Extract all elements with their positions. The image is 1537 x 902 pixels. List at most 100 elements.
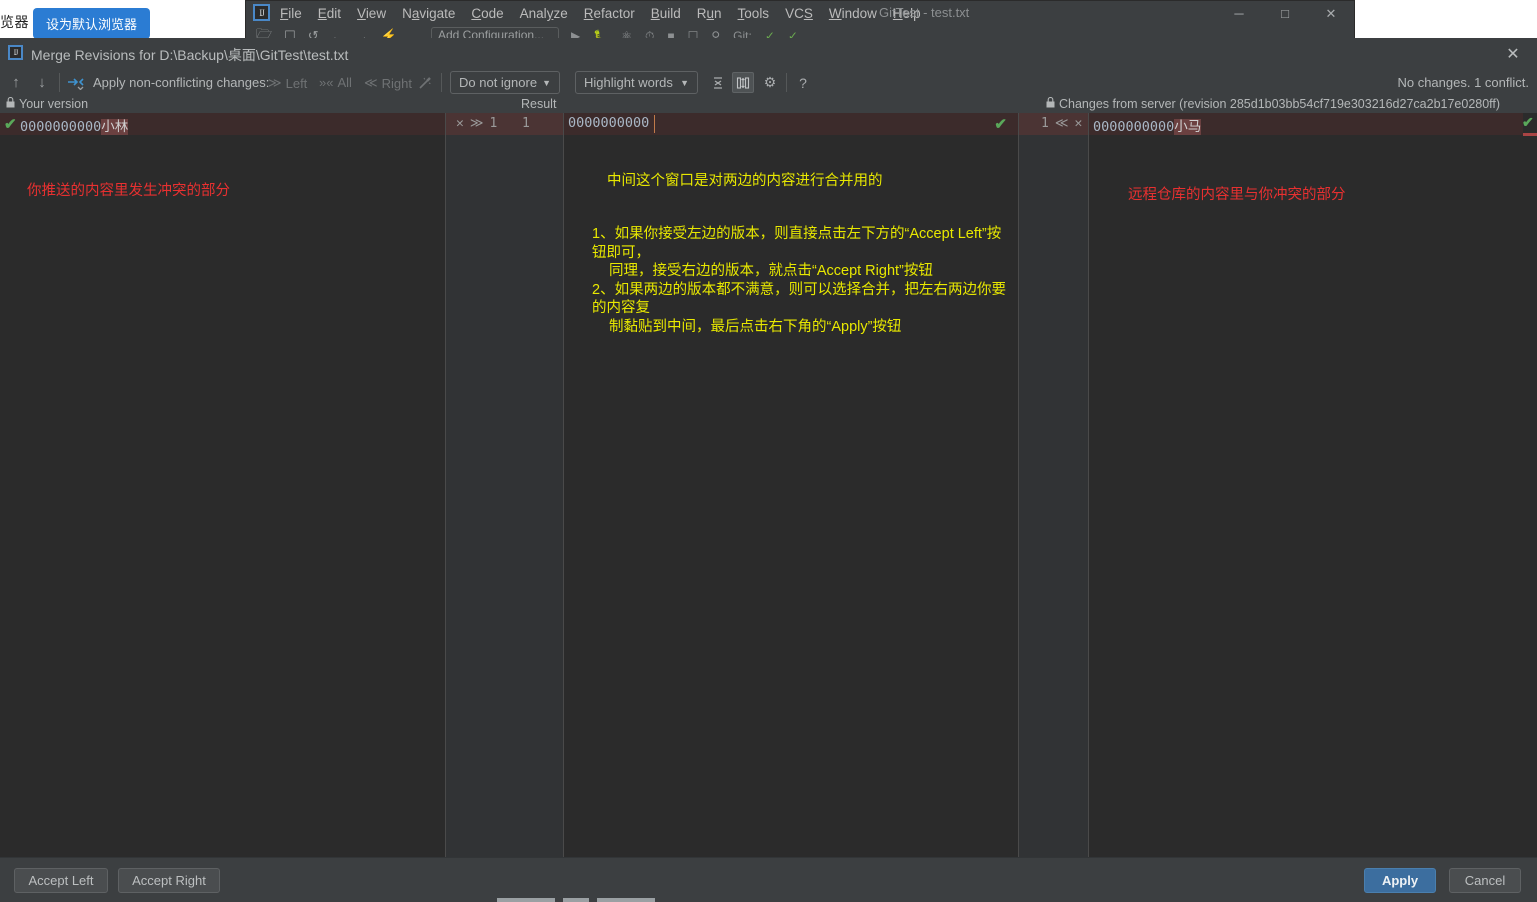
result-annotation-item2-line1: 2、如果两边的版本都不满意，则可以选择合并，把左右两边你要的内容复: [592, 281, 1007, 317]
apply-button[interactable]: Apply: [1364, 868, 1436, 893]
next-difference-icon[interactable]: ↓: [31, 72, 53, 93]
taskbar-item-3[interactable]: [597, 898, 655, 902]
right-version-pane[interactable]: 0000000000小马 远程仓库的内容里与你冲突的部分 ✔: [1089, 113, 1537, 858]
text-cursor: [654, 115, 655, 133]
highlight-policy-value: Highlight words: [584, 75, 673, 90]
menu-file[interactable]: File: [280, 6, 302, 21]
menu-view[interactable]: View: [357, 6, 386, 21]
menu-refactor[interactable]: Refactor: [584, 6, 635, 21]
highlight-policy-combo[interactable]: Highlight words ▼: [575, 71, 698, 94]
dialog-title: Merge Revisions for D:\Backup\桌面\GitTest…: [31, 47, 349, 63]
menu-run[interactable]: Run: [697, 6, 722, 21]
left-gutter-actions[interactable]: ✕ ≫ 1: [456, 116, 497, 131]
collapse-unchanged-icon[interactable]: [707, 72, 729, 93]
menu-navigate[interactable]: Navigate: [402, 6, 455, 21]
menu-build[interactable]: Build: [651, 6, 681, 21]
merge-editors-area: ✔ 0000000000小林 你推送的内容里发生冲突的部分 ✕ ≫ 1 1 00: [0, 113, 1537, 858]
left-pane-header-label: Your version: [19, 97, 89, 111]
left-version-pane[interactable]: ✔ 0000000000小林 你推送的内容里发生冲突的部分: [0, 113, 446, 858]
left-code-highlight: 小林: [101, 119, 129, 135]
right-gutter-actions[interactable]: 1 ≪ ✕: [1041, 116, 1082, 131]
dialog-close-icon[interactable]: ✕: [1497, 42, 1529, 66]
accept-left-chevron-icon[interactable]: ≫: [470, 116, 484, 131]
wand-icon: [419, 76, 431, 89]
close-icon[interactable]: ✕: [1308, 1, 1354, 26]
left-line-number: 1: [489, 116, 498, 131]
intellij-titlebar: IJ File Edit View Navigate Code Analyze …: [246, 1, 1354, 26]
ignore-policy-value: Do not ignore: [459, 75, 538, 90]
settings-gear-icon[interactable]: ⚙: [759, 72, 781, 93]
left-gutter[interactable]: ✕ ≫ 1 1: [446, 113, 564, 858]
double-chevrons-icon: »«: [319, 75, 334, 90]
menu-tools[interactable]: Tools: [738, 6, 770, 21]
minimize-icon[interactable]: ─: [1216, 1, 1262, 26]
browser-fragment-label: 览器: [0, 14, 29, 30]
pane-headers: Your version Result Changes from server …: [0, 96, 1537, 113]
menu-code[interactable]: Code: [471, 6, 503, 21]
result-annotation-list: 1、如果你接受左边的版本，则直接点击左下方的“Accept Left”按钮即可，…: [592, 225, 1012, 336]
right-overview-scrollbar[interactable]: ✔: [1522, 113, 1537, 858]
merge-revisions-dialog: IJ Merge Revisions for D:\Backup\桌面\GitT…: [0, 38, 1537, 902]
result-pane-header: Result: [521, 97, 556, 111]
chevron-down-icon: ▼: [542, 77, 551, 88]
cancel-button[interactable]: Cancel: [1449, 868, 1521, 893]
apply-all-action[interactable]: »« All: [319, 75, 352, 90]
left-annotation-text: 你推送的内容里发生冲突的部分: [27, 183, 230, 199]
menu-window[interactable]: Window: [829, 6, 877, 21]
toggle-columns-icon[interactable]: [732, 72, 754, 93]
overview-accept-check-icon[interactable]: ✔: [1522, 114, 1534, 131]
menu-edit[interactable]: Edit: [318, 6, 341, 21]
ignore-policy-combo[interactable]: Do not ignore ▼: [450, 71, 560, 94]
apply-all-non-conflicting-icon[interactable]: [64, 72, 86, 93]
right-gutter[interactable]: 1 ≪ ✕: [1019, 113, 1089, 858]
intellij-logo-icon: IJ: [253, 4, 270, 21]
revert-conflict-icon[interactable]: ✕: [456, 116, 464, 131]
apply-left-action[interactable]: ≫ Left: [268, 75, 307, 91]
left-pane-header: Your version: [6, 96, 89, 111]
merge-arrows-icon: [67, 78, 84, 90]
set-default-browser-button[interactable]: 设为默认浏览器: [33, 8, 150, 39]
dialog-button-bar: Accept Left Accept Right Apply Cancel: [0, 857, 1537, 902]
taskbar-item-2[interactable]: [563, 898, 589, 902]
result-annotation-item1-line1: 1、如果你接受左边的版本，则直接点击左下方的“Accept Left”按钮即可，: [592, 226, 1002, 261]
result-annotation-item1-line2: 同理，接受右边的版本，就点击“Accept Right”按钮: [609, 263, 933, 279]
result-line-number: 1: [522, 116, 530, 131]
left-code-line: 0000000000小林: [20, 115, 129, 135]
apply-non-conflicting-label: Apply non-conflicting changes:: [93, 75, 270, 90]
merge-status-text: No changes. 1 conflict.: [1397, 75, 1529, 90]
magic-resolve-icon[interactable]: [415, 72, 435, 93]
right-code-prefix: 0000000000: [1093, 119, 1175, 135]
accept-right-chevron-icon[interactable]: ≪: [1055, 116, 1069, 131]
overview-conflict-marker: [1523, 133, 1537, 136]
menu-vcs[interactable]: VCS: [785, 6, 813, 21]
taskbar-item-1[interactable]: [497, 898, 555, 902]
previous-difference-icon[interactable]: ↑: [5, 72, 27, 93]
result-accept-check-icon[interactable]: ✔: [994, 115, 1007, 133]
apply-right-label: Right: [381, 75, 412, 91]
dialog-app-icon: IJ: [8, 45, 23, 60]
toolbar-separator-3: [786, 73, 787, 92]
help-icon[interactable]: ?: [792, 72, 814, 93]
result-pane[interactable]: 0000000000 ✔ 中间这个窗口是对两边的内容进行合并用的 1、如果你接受…: [564, 113, 1019, 858]
taskbar-sliver: [0, 897, 1537, 902]
apply-right-action[interactable]: ≪ Right: [364, 75, 412, 91]
right-code-line: 0000000000小马: [1093, 115, 1202, 135]
right-pane-header-label: Changes from server (revision 285d1b03bb…: [1059, 97, 1501, 111]
accept-left-button[interactable]: Accept Left: [14, 868, 108, 893]
maximize-icon[interactable]: □: [1262, 1, 1308, 26]
padlock-icon: [1046, 96, 1055, 108]
chevron-down-icon: ▼: [680, 77, 689, 88]
accept-right-button[interactable]: Accept Right: [118, 868, 220, 893]
left-code-prefix: 0000000000: [20, 119, 102, 135]
double-right-chevron-icon: ≫: [268, 75, 282, 90]
result-pane-header-label: Result: [521, 97, 557, 111]
toolbar-separator-2: [441, 73, 442, 92]
menu-analyze[interactable]: Analyze: [520, 6, 568, 21]
revert-conflict-icon[interactable]: ✕: [1074, 116, 1082, 131]
merge-toolbar: ↑ ↓ Apply non-conflicting changes: ≫ Left…: [0, 68, 1537, 97]
dialog-titlebar: IJ Merge Revisions for D:\Backup\桌面\GitT…: [0, 38, 1537, 68]
left-accept-check-icon[interactable]: ✔: [4, 115, 17, 133]
intellij-menubar: File Edit View Navigate Code Analyze Ref…: [280, 1, 921, 26]
right-annotation-text: 远程仓库的内容里与你冲突的部分: [1128, 187, 1346, 203]
intellij-window-title: GitTest - test.txt: [879, 5, 970, 20]
